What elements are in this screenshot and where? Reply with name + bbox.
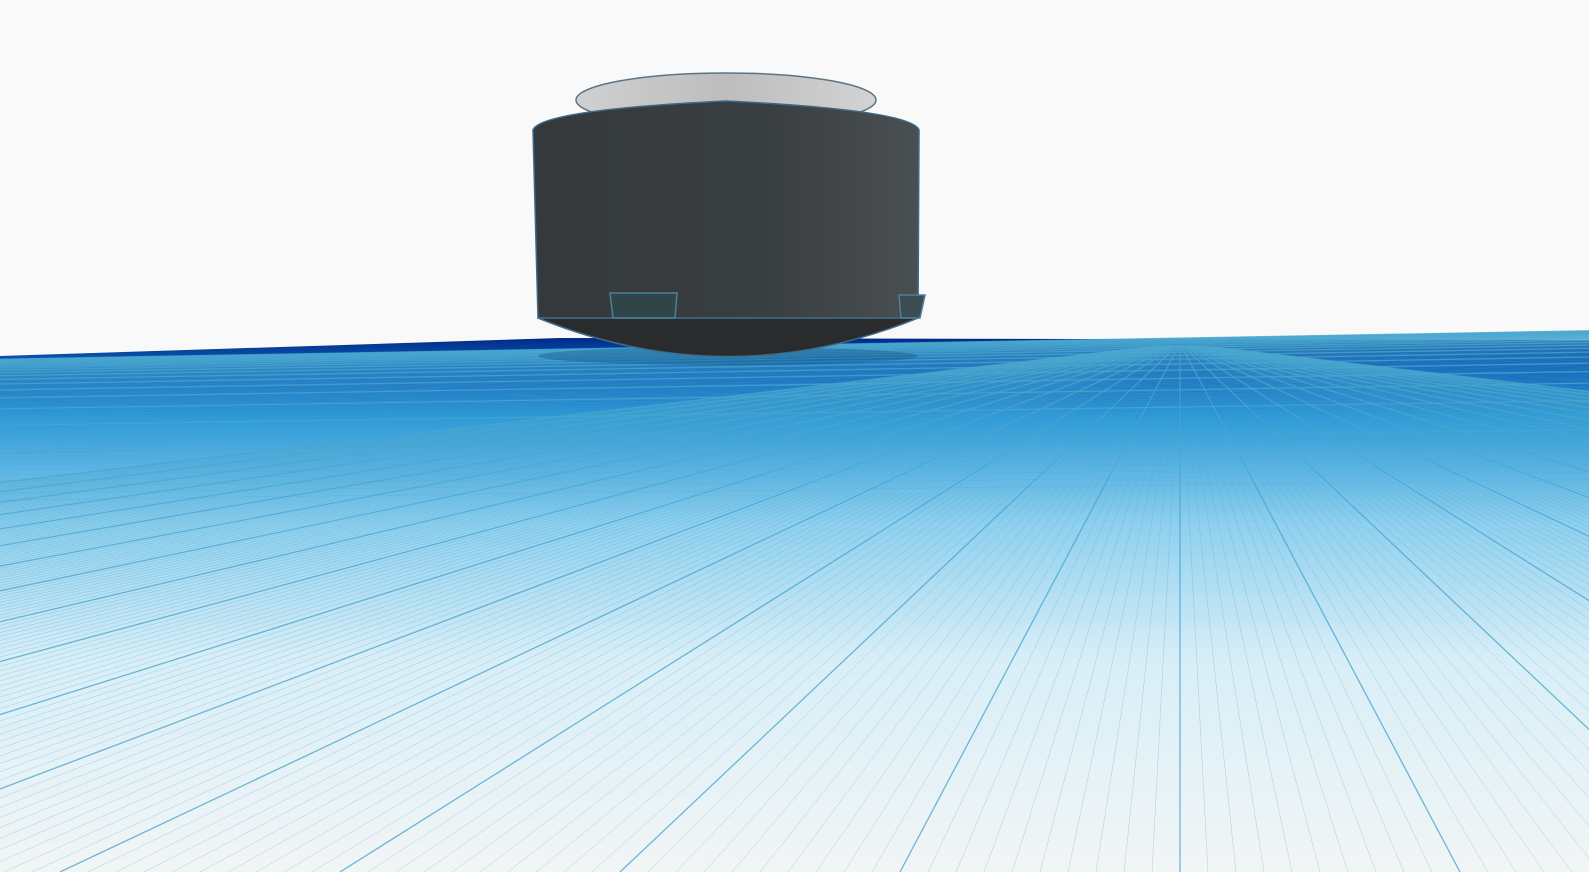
object-body [532,100,920,319]
cylinder-object[interactable] [532,72,926,358]
slot-left [609,292,678,319]
scene-canvas[interactable] [0,0,1589,872]
3d-viewport[interactable] [0,0,1589,872]
slot-right [898,294,926,319]
